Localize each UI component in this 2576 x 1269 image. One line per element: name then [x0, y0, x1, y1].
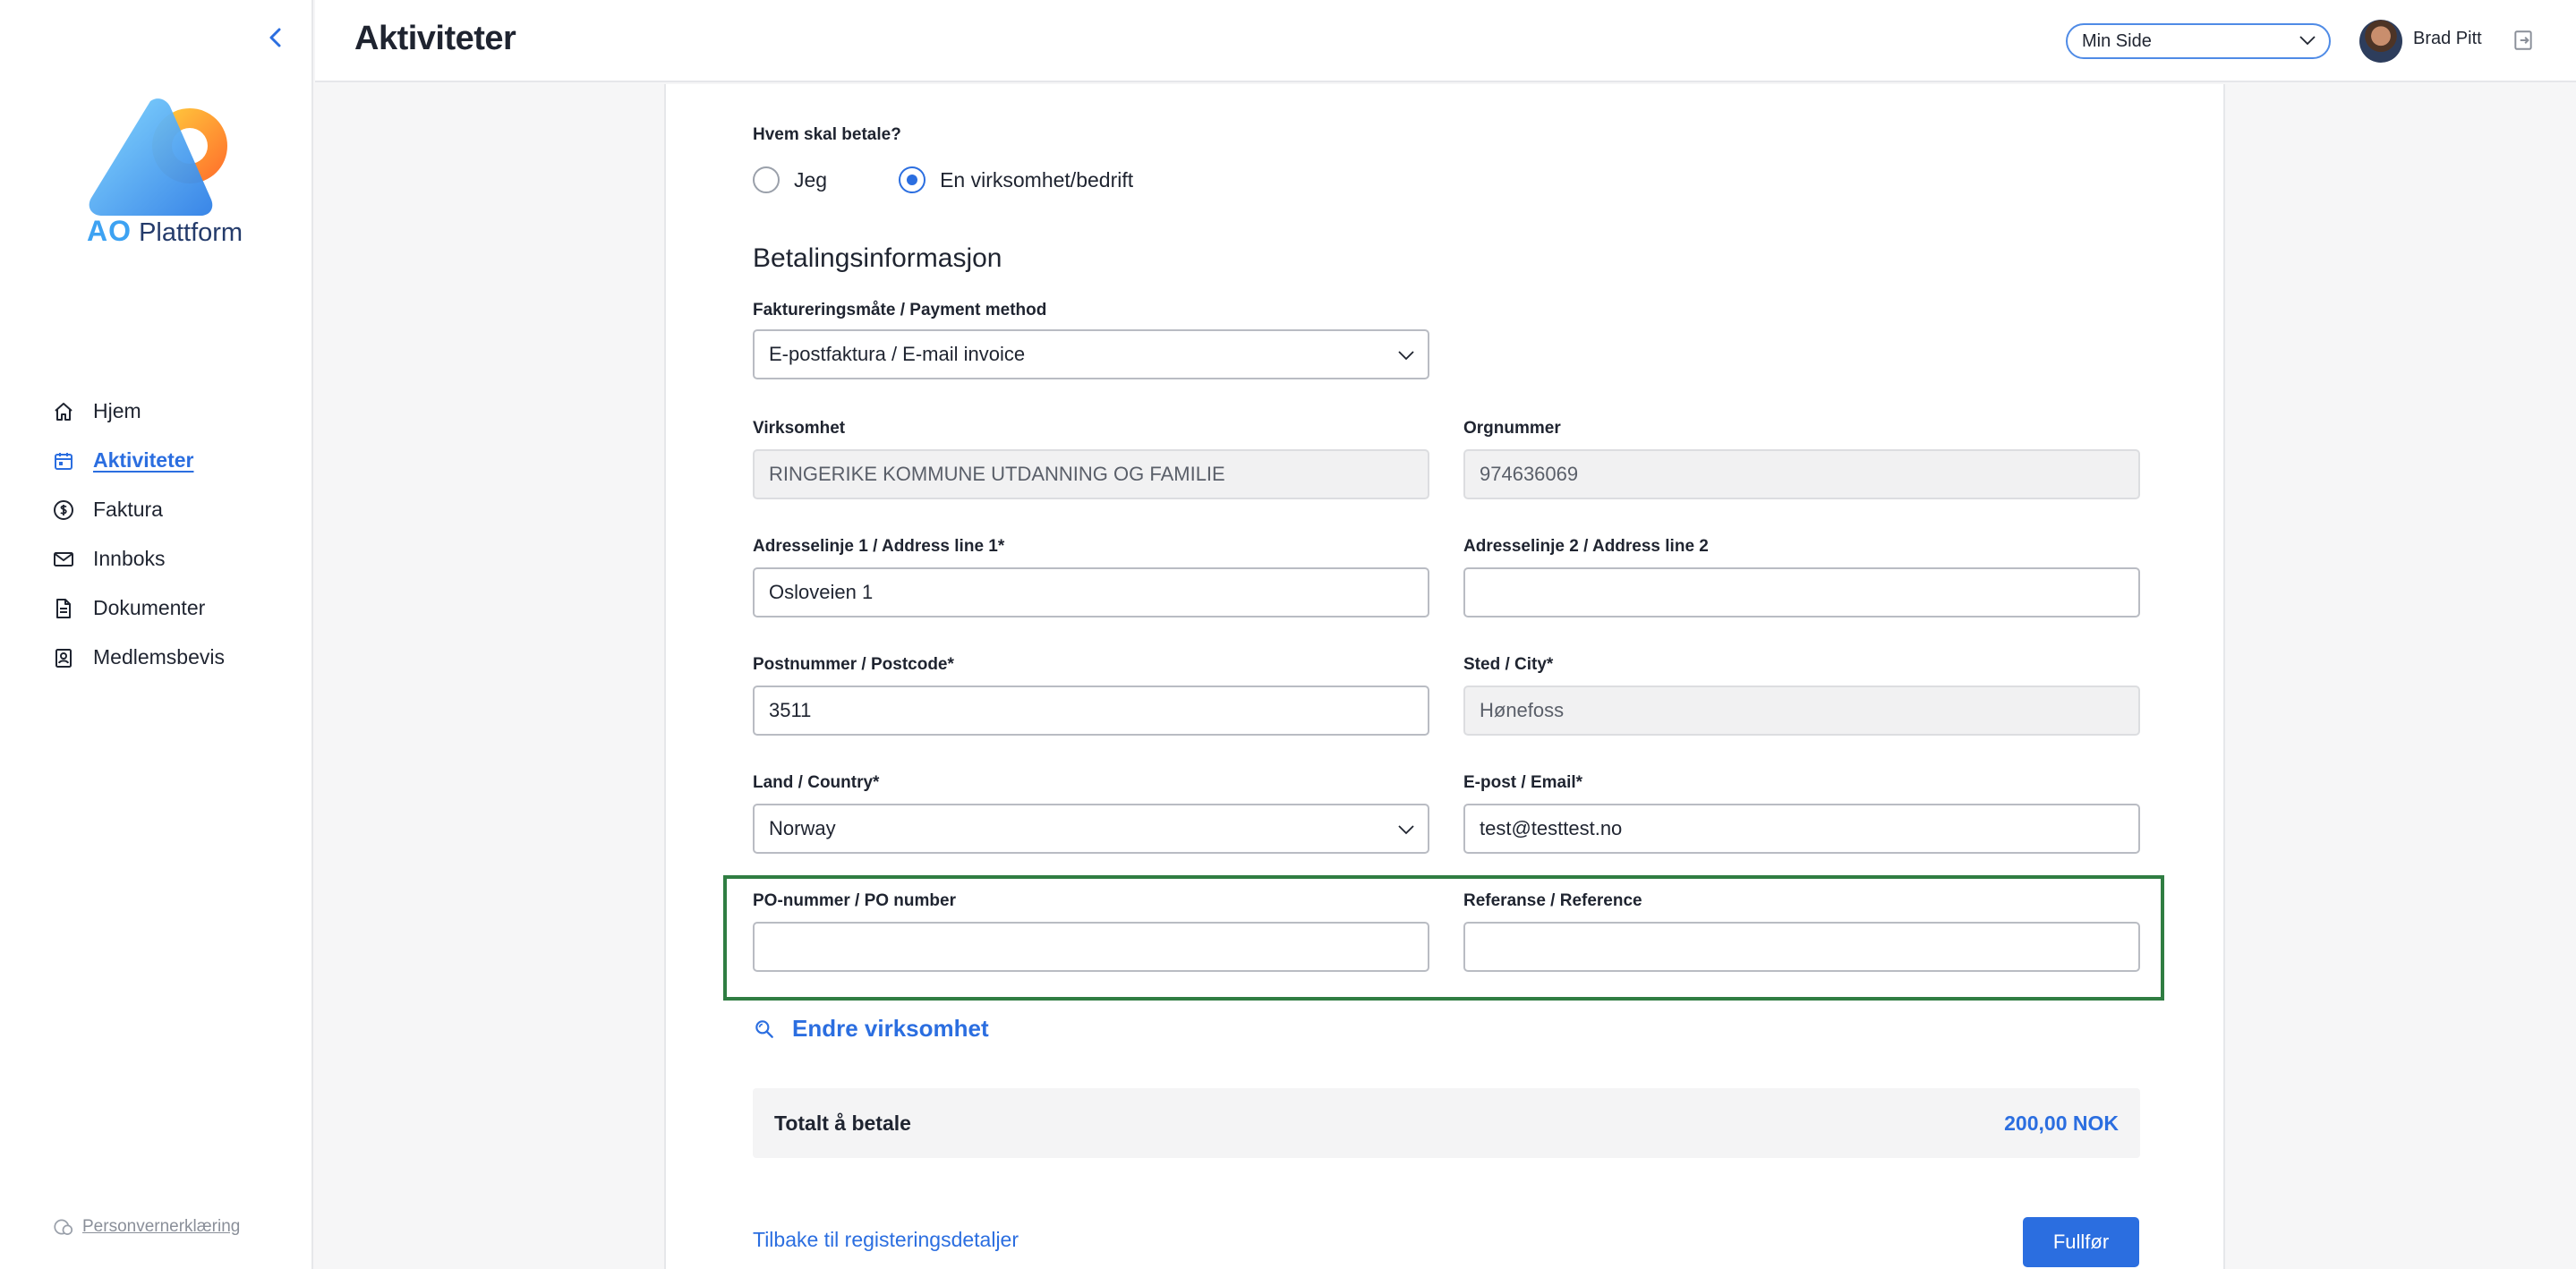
sidebar-nav: Hjem Aktiviteter Faktura Innboks Dokumen…: [50, 387, 301, 682]
reference-label: Referanse / Reference: [1463, 891, 1642, 910]
sidebar-item-label: Aktiviteter: [93, 448, 194, 472]
logo-ao: AO: [87, 215, 132, 247]
total-summary: Totalt å betale 200,00 NOK: [753, 1088, 2140, 1158]
back-link[interactable]: Tilbake til registeringsdetaljer: [753, 1228, 1019, 1252]
reference-input[interactable]: [1463, 922, 2140, 972]
address1-label: Adresselinje 1 / Address line 1*: [753, 537, 1005, 556]
company-field: RINGERIKE KOMMUNE UTDANNING OG FAMILIE: [753, 449, 1429, 499]
avatar[interactable]: [2359, 20, 2402, 63]
sidebar-item-label: Hjem: [93, 399, 141, 422]
postcode-value: 3511: [769, 699, 812, 721]
page-title: Aktiviteter: [354, 20, 516, 57]
change-company-button[interactable]: Endre virksomhet: [753, 1015, 989, 1043]
chevron-down-icon: [1398, 351, 1414, 361]
page-select[interactable]: Min Side: [2066, 23, 2331, 59]
email-input[interactable]: test@testtest.no: [1463, 804, 2140, 854]
radio-company-label: En virksomhet/bedrift: [940, 167, 1134, 192]
payment-form-card: Hvem skal betale? Jeg En virksomhet/bedr…: [664, 84, 2225, 1269]
postcode-input[interactable]: 3511: [753, 686, 1429, 736]
sidebar-item-innboks[interactable]: Innboks: [50, 534, 301, 583]
sidebar-item-label: Innboks: [93, 547, 166, 570]
city-value: Hønefoss: [1480, 699, 1565, 721]
collapse-sidebar-button[interactable]: [260, 21, 292, 54]
org-number-value: 974636069: [1480, 463, 1579, 485]
search-company-icon: [755, 1019, 773, 1038]
sidebar-item-aktiviteter[interactable]: Aktiviteter: [50, 436, 301, 485]
payer-radio-group: Jeg En virksomhet/bedrift: [753, 166, 1133, 193]
company-value: RINGERIKE KOMMUNE UTDANNING OG FAMILIE: [769, 463, 1225, 485]
chevron-down-icon: [2299, 36, 2316, 46]
address1-value: Osloveien 1: [769, 581, 874, 603]
logo-text: AO Plattform: [87, 215, 243, 248]
payment-method-select[interactable]: E-postfaktura / E-mail invoice: [753, 329, 1429, 379]
address1-input[interactable]: Osloveien 1: [753, 567, 1429, 617]
sidebar: AO Plattform Hjem Aktiviteter Faktura In…: [0, 0, 313, 1269]
sidebar-item-hjem[interactable]: Hjem: [50, 387, 301, 436]
privacy-link[interactable]: Personvernerklæring: [52, 1215, 240, 1239]
user-name: Brad Pitt: [2413, 29, 2482, 48]
logout-icon: [2514, 30, 2532, 50]
sidebar-item-label: Dokumenter: [93, 596, 206, 619]
po-number-label: PO-nummer / PO number: [753, 891, 956, 910]
page-select-value: Min Side: [2082, 30, 2152, 51]
org-number-field: 974636069: [1463, 449, 2140, 499]
radio-company[interactable]: [899, 166, 926, 193]
country-value: Norway: [769, 817, 836, 839]
sidebar-item-medlemsbevis[interactable]: Medlemsbevis: [50, 633, 301, 682]
payment-method-value: E-postfaktura / E-mail invoice: [769, 343, 1026, 365]
logo-mark: [89, 98, 227, 216]
privacy-icon: [54, 1219, 73, 1235]
payment-method-label: Faktureringsmåte / Payment method: [753, 301, 1047, 319]
finish-button[interactable]: Fullfør: [2023, 1217, 2139, 1267]
document-icon: [50, 595, 77, 622]
payer-question: Hvem skal betale?: [753, 125, 901, 144]
home-icon: [50, 398, 77, 425]
mail-icon: [50, 546, 77, 573]
total-label: Totalt å betale: [774, 1111, 911, 1135]
total-value: 200,00 NOK: [2004, 1111, 2119, 1135]
address2-label: Adresselinje 2 / Address line 2: [1463, 537, 1709, 556]
change-company-label: Endre virksomhet: [792, 1015, 989, 1042]
address2-input[interactable]: [1463, 567, 2140, 617]
country-select[interactable]: Norway: [753, 804, 1429, 854]
top-header: Aktiviteter Min Side Brad Pitt: [315, 0, 2576, 82]
po-number-input[interactable]: [753, 922, 1429, 972]
sidebar-item-label: Faktura: [93, 498, 163, 521]
logo-name: Plattform: [139, 218, 243, 247]
calendar-icon: [50, 447, 77, 474]
country-label: Land / Country*: [753, 773, 880, 792]
chevron-down-icon: [1398, 825, 1414, 835]
chevron-left-icon: [269, 28, 281, 47]
sidebar-item-faktura[interactable]: Faktura: [50, 485, 301, 534]
logout-button[interactable]: [2508, 25, 2538, 55]
radio-jeg-label: Jeg: [794, 167, 828, 192]
id-card-icon: [50, 644, 77, 671]
postcode-label: Postnummer / Postcode*: [753, 655, 954, 674]
sidebar-item-label: Medlemsbevis: [93, 645, 225, 669]
radio-jeg[interactable]: [753, 166, 780, 193]
section-title: Betalingsinformasjon: [753, 243, 1002, 273]
dollar-icon: [50, 497, 77, 524]
sidebar-item-dokumenter[interactable]: Dokumenter: [50, 583, 301, 633]
company-label: Virksomhet: [753, 419, 846, 438]
email-value: test@testtest.no: [1480, 817, 1623, 839]
org-number-label: Orgnummer: [1463, 419, 1561, 438]
email-label: E-post / Email*: [1463, 773, 1583, 792]
city-label: Sted / City*: [1463, 655, 1554, 674]
privacy-label: Personvernerklæring: [82, 1217, 241, 1236]
city-field: Hønefoss: [1463, 686, 2140, 736]
